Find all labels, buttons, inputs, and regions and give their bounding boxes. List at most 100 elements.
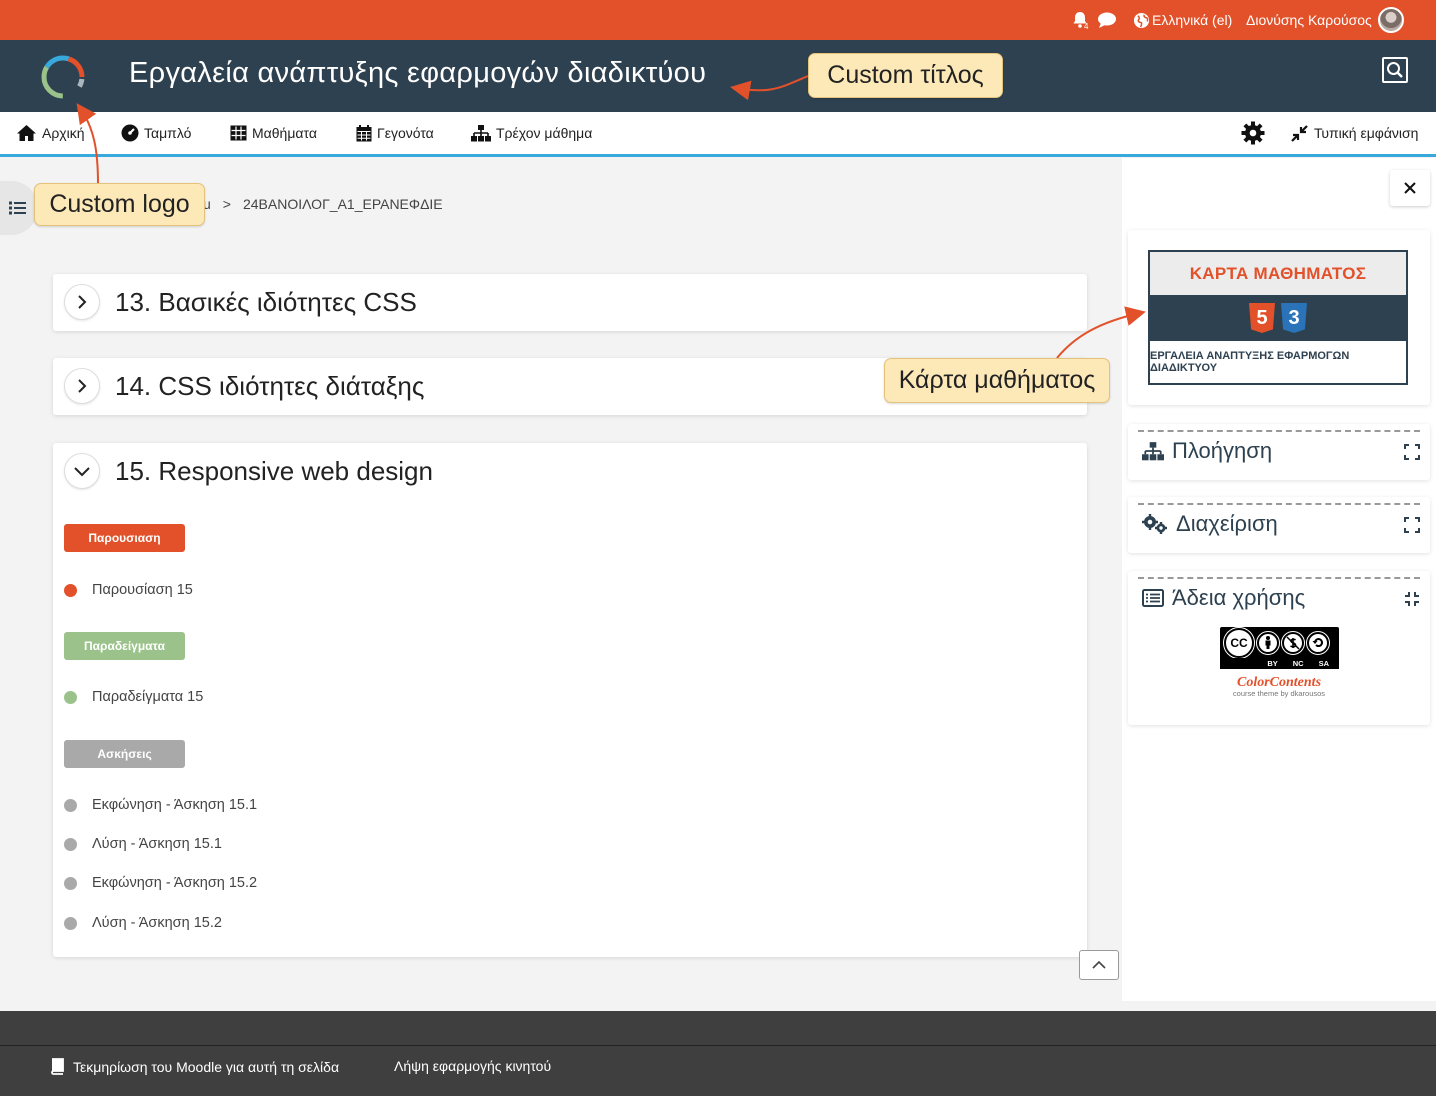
nav-events[interactable]: Γεγονότα: [356, 112, 434, 154]
cc-license-badge[interactable]: CC BY NC SA: [1220, 626, 1339, 669]
activity-label: Εκφώνηση - Άσκηση 15.2: [92, 875, 258, 891]
course-index-toggle[interactable]: [0, 181, 38, 235]
course-section-15: 15. Responsive web design Παρουσιαση Παρ…: [53, 443, 1087, 957]
license-block: Άδεια χρήσης CC BY NC SA ColorContents c…: [1128, 571, 1430, 725]
mobile-app-label: Λήψη εφαρμογής κινητού: [394, 1058, 552, 1074]
label-exercises: Ασκήσεις: [64, 740, 185, 768]
mobile-app-link[interactable]: Λήψη εφαρμογής κινητού: [394, 1058, 551, 1074]
book-icon: [51, 1058, 64, 1075]
activity-dot: [64, 876, 77, 890]
expand-icon[interactable]: [1404, 517, 1420, 533]
chevron-right-icon: [78, 379, 87, 393]
license-block-title: Άδεια χρήσης: [1172, 585, 1306, 610]
section-14-title[interactable]: 14. CSS ιδιότητες διάταξης: [115, 371, 424, 402]
cc-license-icons: CC: [1220, 626, 1339, 659]
cc-term-nc: NC: [1292, 659, 1304, 668]
gear-icon: [1241, 121, 1265, 145]
cc-term-by: BY: [1267, 659, 1278, 668]
site-logo[interactable]: [38, 52, 88, 102]
nav-dashboard[interactable]: Ταμπλό: [121, 112, 191, 154]
close-icon: [1404, 182, 1416, 194]
activity-exercise-15-1[interactable]: Εκφώνηση - Άσκηση 15.1: [64, 797, 257, 813]
noncommercial-icon: [1281, 630, 1305, 655]
page-footer: Τεκμηρίωση του Moodle για αυτή τη σελίδα…: [0, 1011, 1436, 1096]
compress-icon: [1291, 124, 1308, 142]
activity-label: Παραδείγματα 15: [92, 689, 204, 705]
sitemap-icon: [471, 124, 491, 141]
callout-custom-title: Custom τίτλος: [808, 53, 1003, 98]
standard-view-toggle[interactable]: Τυπική εμφάνιση: [1290, 112, 1418, 154]
section-15-title[interactable]: 15. Responsive web design: [115, 456, 433, 487]
avatar: [1377, 7, 1404, 33]
activity-solution-15-1[interactable]: Λύση - Άσκηση 15.1: [64, 836, 222, 852]
expand-icon[interactable]: [1404, 444, 1420, 460]
navigation-block-header[interactable]: Πλοήγηση: [1138, 430, 1420, 470]
css3-icon: 3: [1281, 303, 1307, 333]
activity-dot: [64, 583, 77, 597]
nav-current-course[interactable]: Τρέχον μάθημα: [471, 112, 592, 154]
list-icon: [9, 201, 26, 215]
navigation-block: Πλοήγηση: [1128, 424, 1430, 480]
gears-icon: [1142, 514, 1167, 534]
main-navbar: Αρχική Ταμπλό Μαθήματα Γεγονότα Τρέχον μ…: [0, 112, 1436, 157]
section-13-toggle[interactable]: [64, 284, 100, 320]
close-drawer-button[interactable]: [1390, 170, 1430, 206]
messages-button[interactable]: [1097, 0, 1117, 40]
activity-exercise-15-2[interactable]: Εκφώνηση - Άσκηση 15.2: [64, 875, 257, 891]
activity-solution-15-2[interactable]: Λύση - Άσκηση 15.2: [64, 915, 222, 931]
collapse-icon[interactable]: [1404, 591, 1420, 607]
nav-dashboard-label: Ταμπλό: [144, 125, 192, 141]
cc-term-sa: SA: [1318, 659, 1329, 668]
administration-block-title: Διαχείριση: [1176, 511, 1278, 536]
label-examples: Παραδείγματα: [64, 632, 185, 660]
site-title: Εργαλεία ανάπτυξης εφαρμογών διαδικτύου: [129, 57, 707, 89]
activity-dot: [64, 916, 77, 930]
nav-courses-label: Μαθήματα: [252, 125, 317, 141]
license-block-header[interactable]: Άδεια χρήσης: [1138, 577, 1420, 617]
moodle-docs-link[interactable]: Τεκμηρίωση του Moodle για αυτή τη σελίδα: [50, 1058, 339, 1075]
callout-course-card: Κάρτα μαθήματος: [884, 358, 1110, 403]
activity-label: Εκφώνηση - Άσκηση 15.1: [92, 797, 258, 813]
notification-count-badge: 4: [1084, 21, 1089, 31]
course-card-badges: 5 3: [1150, 295, 1406, 341]
person-icon: [1265, 636, 1271, 649]
course-card-subtitle: ΕΡΓΑΛΕΙΑ ΑΝΑΠΤΥΞΗΣ ΕΦΑΡΜΟΓΩΝ ΔΙΑΔΙΚΤΥΟΥ: [1150, 350, 1350, 374]
user-name: Διονύσης Καρούσος: [1246, 12, 1372, 28]
sharealike-icon: [1306, 630, 1330, 655]
course-section-13: 13. Βασικές ιδιότητες CSS: [53, 274, 1087, 331]
activity-dot: [64, 690, 77, 704]
section-15-toggle[interactable]: [64, 453, 100, 489]
home-icon: [17, 125, 36, 141]
section-13-title[interactable]: 13. Βασικές ιδιότητες CSS: [115, 287, 417, 318]
theme-brand-credit: course theme by dkarousos: [1232, 689, 1326, 698]
notifications-button[interactable]: 4: [1070, 0, 1088, 40]
breadcrumb-item-current[interactable]: 24ΒΑΝΟΙΛΟΓ_Α1_ΕΡΑΝΕΦΔΙΕ: [243, 196, 443, 212]
nav-courses[interactable]: Μαθήματα: [230, 112, 317, 154]
nav-current-course-label: Τρέχον μάθημα: [496, 125, 593, 141]
activity-label: Λύση - Άσκηση 15.1: [92, 836, 222, 852]
search-button[interactable]: [1382, 57, 1408, 83]
activity-dot: [64, 798, 77, 812]
activity-label: Λύση - Άσκηση 15.2: [92, 915, 222, 931]
settings-button[interactable]: [1241, 112, 1265, 154]
language-label: Ελληνικά (el): [1152, 12, 1233, 28]
activity-presentation[interactable]: Παρουσίαση 15: [64, 582, 193, 598]
language-menu[interactable]: Ελληνικά (el): [1133, 0, 1232, 40]
label-presentation: Παρουσιαση: [64, 524, 185, 552]
standard-view-label: Τυπική εμφάνιση: [1314, 125, 1419, 141]
administration-block-header[interactable]: Διαχείριση: [1138, 503, 1420, 543]
user-menu[interactable]: Διονύσης Καρούσος: [1246, 0, 1404, 40]
back-to-top-button[interactable]: [1079, 950, 1119, 980]
chevron-up-icon: [1092, 960, 1106, 969]
no-dollar-icon: [1286, 636, 1300, 649]
chat-bubble-icon: [1098, 12, 1116, 28]
course-card[interactable]: ΚΑΡΤΑ ΜΑΘΗΜΑΤΟΣ 5 3 ΕΡΓΑΛΕΙΑ ΑΝΑΠΤΥΞΗΣ Ε…: [1148, 250, 1408, 385]
footer-divider: [0, 1045, 1436, 1046]
moodle-docs-label: Τεκμηρίωση του Moodle για αυτή τη σελίδα: [73, 1058, 340, 1075]
section-14-toggle[interactable]: [64, 368, 100, 404]
nav-home[interactable]: Αρχική: [16, 112, 85, 154]
activity-examples[interactable]: Παραδείγματα 15: [64, 689, 203, 705]
theme-brand: ColorContents course theme by dkarousos: [1128, 675, 1430, 698]
nav-home-label: Αρχική: [42, 125, 85, 141]
navigation-block-title: Πλοήγηση: [1172, 438, 1273, 463]
